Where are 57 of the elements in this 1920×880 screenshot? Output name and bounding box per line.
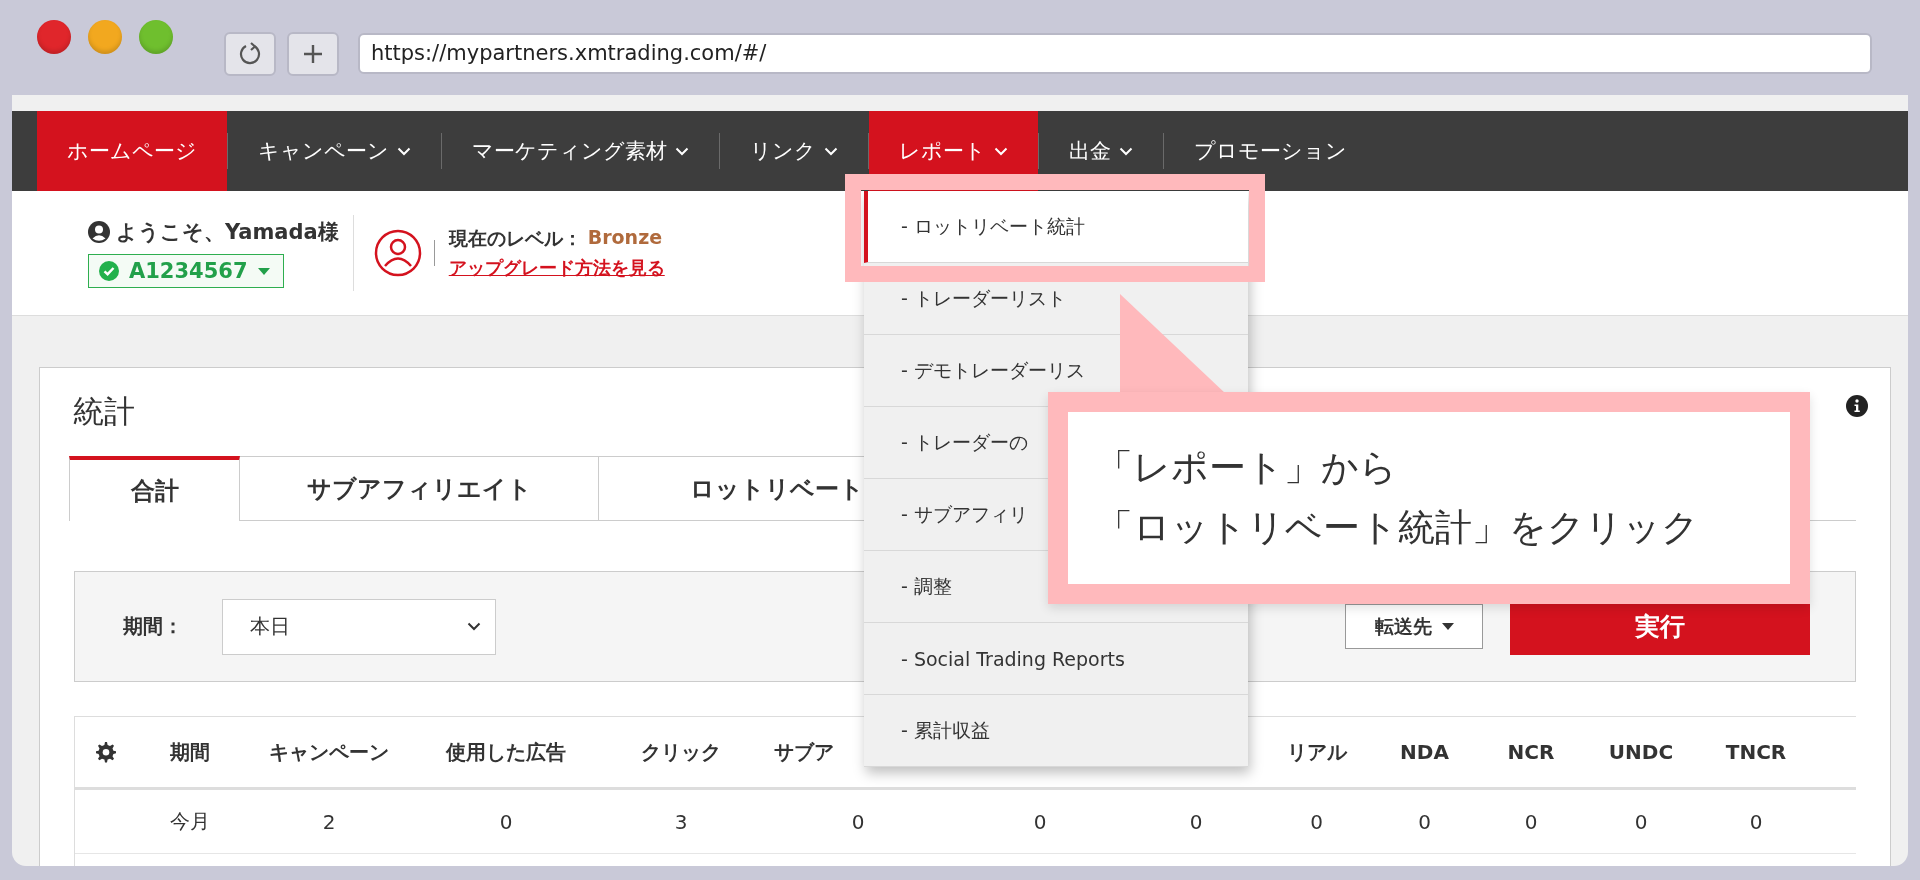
nav-item[interactable]: プロモーション [1164,111,1377,191]
welcome-text: ようこそ、Yamada様 [116,219,339,246]
menu-item[interactable]: - ロットリベート統計 [864,191,1248,263]
nav-item[interactable]: リンク [720,111,868,191]
column-header: 使用した広告 [446,738,566,766]
address-bar[interactable]: https://mypartners.xmtrading.com/#/ [358,33,1872,74]
column-header: サブア [774,738,834,766]
menu-item[interactable]: - Social Trading Reports [864,623,1248,695]
upgrade-link[interactable]: アップグレード方法を見る [448,256,665,280]
table-cell-text: 0 [1633,808,1649,836]
level-value: Bronze [587,226,663,250]
nav-item[interactable]: マーケティング素材 [442,111,719,191]
table-cell-text: 2 [321,808,337,836]
column-header: NCR [1507,740,1555,764]
chevron-down-icon [467,622,481,631]
column-header: クリック [641,738,721,766]
nav-item[interactable]: ホームページ [37,111,227,191]
new-tab-button[interactable] [287,32,339,76]
plus-icon [301,42,325,66]
period-label: 期間： [123,613,184,640]
section-title: 統計 [73,392,135,431]
info-icon[interactable] [1846,395,1868,417]
callout-text: 「レポート」から [1096,445,1398,491]
nav-item[interactable]: キャンペーン [228,111,441,191]
forward-button[interactable]: 転送先 [1345,604,1483,649]
table-cell-text: 今月 [168,808,211,835]
column-header: 期間 [169,738,210,766]
table-cell-text: 0 [1523,808,1539,836]
nav-item[interactable]: 出金 [1039,111,1163,191]
reload-icon [237,41,263,67]
table-cell-text: 0 [1032,808,1048,836]
close-window-button[interactable] [37,20,71,54]
table-cell-text: 0 [850,808,866,836]
menu-item[interactable]: - 累計収益 [864,695,1248,767]
table-cell-text: 0 [1748,808,1764,836]
level-label: 現在のレベル： [448,226,582,251]
column-header: リアル [1286,738,1347,766]
reload-button[interactable] [224,32,276,76]
table-cell-text: 0 [1417,808,1432,836]
caret-icon [257,267,270,275]
column-header: キャンペーン [269,738,389,766]
table-cell-text: 3 [673,808,689,836]
check-circle-icon [99,261,119,281]
table-cell-text: 0 [1309,808,1324,836]
column-header: NDA [1400,740,1449,764]
period-select[interactable]: 本日 [222,598,496,655]
user-icon [373,229,422,277]
settings-icon[interactable] [95,741,117,763]
caret-icon [1441,623,1454,630]
tab[interactable]: サブアフィリエイト [240,456,599,521]
callout-text: 「ロットリベート統計」をクリック [1096,505,1700,551]
tab[interactable]: 合計 [69,456,240,521]
user-icon [88,221,110,243]
column-header: TNCR [1725,740,1787,764]
table-cell-text: 0 [498,808,514,836]
table-cell-text: 0 [1188,808,1204,836]
column-header: UNDC [1608,740,1674,764]
